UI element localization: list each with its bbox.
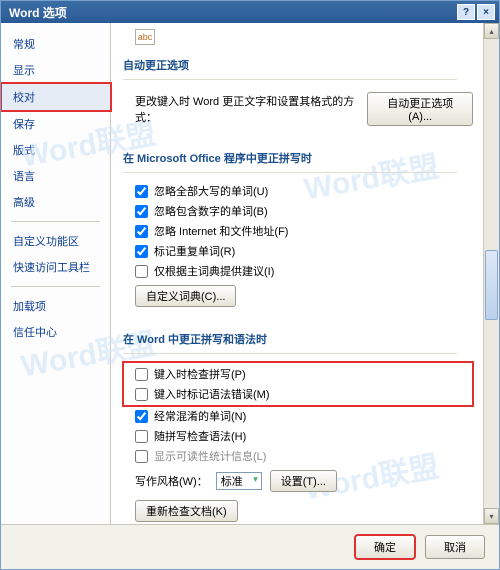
dialog-footer: 确定 取消	[1, 524, 499, 569]
writing-style-settings-button[interactable]: 设置(T)...	[270, 470, 337, 492]
cb-confused-words[interactable]	[135, 410, 148, 423]
main-panel: Word联盟 Word联盟 abc 自动更正选项 更改键入时 Word 更正文字…	[111, 23, 499, 524]
cb-check-grammar-with-spell[interactable]	[135, 430, 148, 443]
abc-icon: abc	[135, 29, 155, 45]
nav-quick-access[interactable]: 快速访问工具栏	[1, 254, 110, 280]
nav-trust[interactable]: 信任中心	[1, 319, 110, 345]
cb-ignore-numbers[interactable]	[135, 205, 148, 218]
cb-readability-stats[interactable]	[135, 450, 148, 463]
nav-addins[interactable]: 加载项	[1, 293, 110, 319]
cb-mark-grammar-type[interactable]	[135, 388, 148, 401]
writing-style-select[interactable]: 标准	[216, 472, 262, 490]
nav-layout[interactable]: 版式	[1, 137, 110, 163]
cb-main-dict-only[interactable]	[135, 265, 148, 278]
cb-flag-repeated[interactable]	[135, 245, 148, 258]
section-autocorrect-head: 自动更正选项	[123, 49, 457, 80]
nav-language[interactable]: 语言	[1, 163, 110, 189]
cb-check-spelling-type[interactable]	[135, 368, 148, 381]
word-options-dialog: Word 选项 ? × Word联盟 Word联盟 常规 显示 校对 保存 版式…	[0, 0, 500, 570]
section-word-head: 在 Word 中更正拼写和语法时	[123, 323, 457, 354]
sidebar: Word联盟 Word联盟 常规 显示 校对 保存 版式 语言 高级 自定义功能…	[1, 23, 111, 524]
cb-ignore-internet[interactable]	[135, 225, 148, 238]
nav-separator	[11, 286, 100, 287]
autocorrect-desc: 更改键入时 Word 更正文字和设置其格式的方式：	[135, 93, 359, 125]
cancel-button[interactable]: 取消	[425, 535, 485, 559]
autocorrect-options-button[interactable]: 自动更正选项(A)...	[367, 92, 473, 126]
nav-general[interactable]: 常规	[1, 31, 110, 57]
nav-customize-ribbon[interactable]: 自定义功能区	[1, 228, 110, 254]
writing-style-label: 写作风格(W)：	[135, 473, 208, 489]
window-title: Word 选项	[9, 4, 67, 21]
cb-ignore-uppercase[interactable]	[135, 185, 148, 198]
nav-separator	[11, 221, 100, 222]
custom-dictionaries-button[interactable]: 自定义词典(C)...	[135, 285, 236, 307]
help-button[interactable]: ?	[457, 4, 475, 20]
nav-display[interactable]: 显示	[1, 57, 110, 83]
nav-advanced[interactable]: 高级	[1, 189, 110, 215]
recheck-document-button[interactable]: 重新检查文档(K)	[135, 500, 238, 522]
titlebar[interactable]: Word 选项 ? ×	[1, 1, 499, 23]
nav-proofing[interactable]: 校对	[1, 83, 111, 111]
close-button[interactable]: ×	[477, 4, 495, 20]
ok-button[interactable]: 确定	[355, 535, 415, 559]
section-office-head: 在 Microsoft Office 程序中更正拼写时	[123, 142, 457, 173]
nav-save[interactable]: 保存	[1, 111, 110, 137]
